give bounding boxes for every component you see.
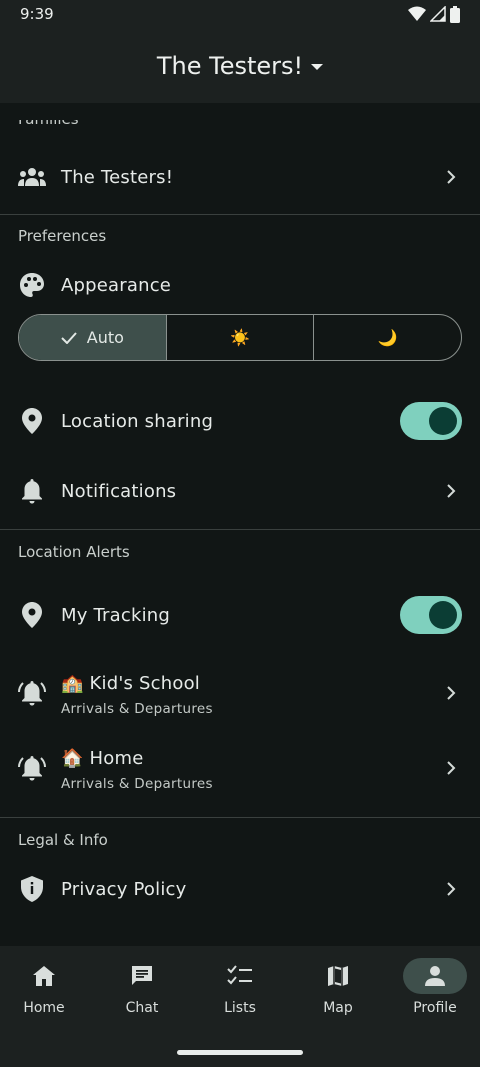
- nav-map-label: Map: [323, 1000, 353, 1016]
- group-icon: [18, 163, 46, 191]
- dropdown-arrow-icon: [311, 64, 324, 70]
- toggle-knob: [429, 407, 457, 435]
- nav-profile-label: Profile: [413, 1000, 457, 1016]
- person-icon: [403, 958, 467, 994]
- place-subtitle: Arrivals & Departures: [61, 776, 213, 792]
- nav-profile[interactable]: Profile: [387, 958, 480, 1028]
- nav-home[interactable]: Home: [0, 958, 92, 1028]
- location-pin-icon: [18, 601, 46, 629]
- my-tracking-toggle[interactable]: [400, 596, 462, 634]
- status-icons: [408, 5, 460, 23]
- location-sharing-row[interactable]: Location sharing: [0, 401, 480, 441]
- bell-icon: [18, 477, 46, 505]
- place-alert-row[interactable]: 🏠 Home Arrivals & Departures: [0, 740, 480, 796]
- preferences-section-title: Preferences: [18, 227, 107, 245]
- status-bar: 9:39: [0, 0, 480, 28]
- appearance-label: Appearance: [61, 274, 172, 296]
- signal-icon: [430, 6, 446, 22]
- place-name: Home: [89, 748, 144, 769]
- place-alert-row[interactable]: 🏫 Kid's School Arrivals & Departures: [0, 665, 480, 721]
- status-time: 9:39: [20, 5, 54, 23]
- families-section-title: Families: [18, 120, 79, 130]
- divider: [0, 817, 480, 818]
- nav-map[interactable]: Map: [290, 958, 386, 1028]
- notifications-active-icon: [18, 679, 46, 707]
- home-icon: [12, 958, 76, 994]
- battery-icon: [450, 5, 460, 23]
- legal-section-title: Legal & Info: [18, 831, 108, 849]
- appearance-auto-label: Auto: [86, 328, 124, 347]
- moon-icon: 🌙: [377, 328, 398, 347]
- family-selector[interactable]: The Testers!: [0, 28, 480, 103]
- chevron-right-icon: [447, 686, 456, 700]
- appearance-dark-button[interactable]: 🌙: [314, 315, 461, 360]
- notifications-label: Notifications: [61, 480, 177, 502]
- profile-content[interactable]: Families The Testers! Preferences Appear…: [0, 103, 480, 946]
- notifications-row[interactable]: Notifications: [0, 471, 480, 511]
- appearance-auto-button[interactable]: Auto: [19, 315, 167, 360]
- privacy-policy-label: Privacy Policy: [61, 878, 187, 900]
- nav-lists[interactable]: Lists: [192, 958, 288, 1028]
- nav-home-label: Home: [23, 1000, 65, 1016]
- place-subtitle: Arrivals & Departures: [61, 701, 213, 717]
- location-sharing-toggle[interactable]: [400, 402, 462, 440]
- app-title: The Testers!: [156, 51, 304, 80]
- chevron-right-icon: [447, 882, 456, 896]
- wifi-icon: [408, 6, 426, 21]
- privacy-policy-row[interactable]: Privacy Policy: [0, 869, 480, 909]
- toggle-knob: [429, 601, 457, 629]
- divider: [0, 529, 480, 530]
- house-emoji: 🏠: [61, 748, 84, 769]
- palette-icon: [18, 271, 46, 299]
- my-tracking-label: My Tracking: [61, 604, 171, 626]
- divider: [0, 214, 480, 215]
- check-icon: [61, 331, 77, 344]
- shield-info-icon: [18, 875, 46, 903]
- location-sharing-label: Location sharing: [61, 410, 214, 432]
- location-alerts-section-title: Location Alerts: [18, 543, 130, 561]
- family-name: The Testers!: [61, 166, 174, 188]
- school-emoji: 🏫: [61, 673, 84, 694]
- chevron-right-icon: [447, 761, 456, 775]
- nav-lists-label: Lists: [224, 1000, 256, 1016]
- place-title: 🏫 Kid's School: [61, 673, 200, 694]
- appearance-segmented-control: Auto ☀️ 🌙: [18, 314, 462, 361]
- checklist-icon: [208, 958, 272, 994]
- chevron-right-icon: [447, 170, 456, 184]
- appearance-row: Appearance: [0, 265, 480, 305]
- location-pin-icon: [18, 407, 46, 435]
- sun-icon: ☀️: [230, 328, 250, 347]
- chevron-right-icon: [447, 484, 456, 498]
- place-name: Kid's School: [89, 673, 200, 694]
- nav-chat[interactable]: Chat: [94, 958, 190, 1028]
- place-title: 🏠 Home: [61, 748, 144, 769]
- my-tracking-row[interactable]: My Tracking: [0, 595, 480, 635]
- notifications-active-icon: [18, 754, 46, 782]
- map-icon: [306, 958, 370, 994]
- home-indicator[interactable]: [177, 1050, 303, 1055]
- nav-chat-label: Chat: [125, 1000, 159, 1016]
- appearance-light-button[interactable]: ☀️: [167, 315, 315, 360]
- bottom-navigation: Home Chat Lists Map Profile: [0, 946, 480, 1067]
- family-row[interactable]: The Testers!: [0, 155, 480, 199]
- chat-icon: [110, 958, 174, 994]
